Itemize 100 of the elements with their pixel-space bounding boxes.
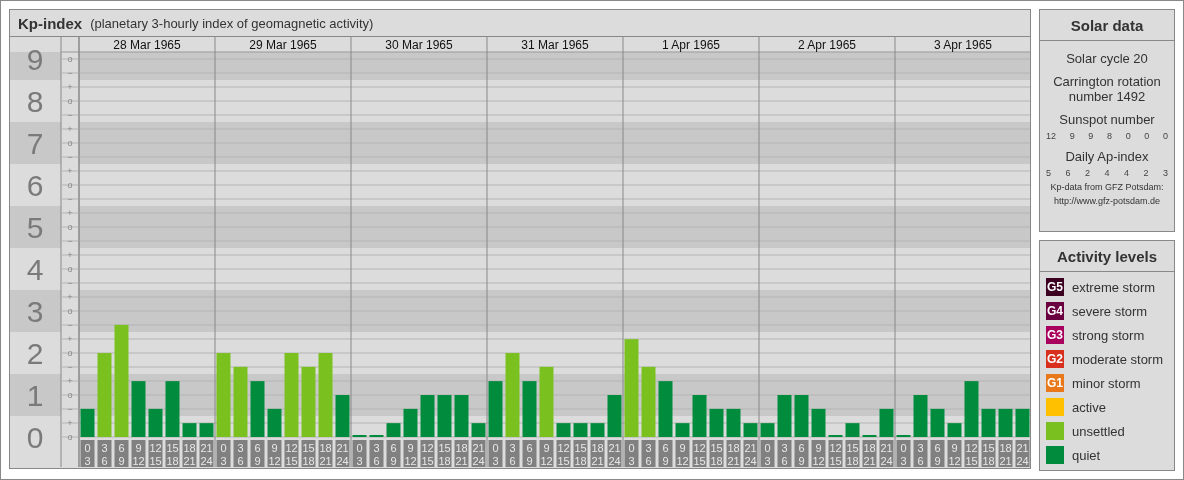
minor-tick-label: o bbox=[67, 222, 73, 232]
source-link[interactable]: http://www.gfz-potsdam.de bbox=[1044, 196, 1170, 206]
date-label: 3 Apr 1965 bbox=[933, 38, 993, 52]
level-label: unsettled bbox=[1072, 423, 1125, 439]
level-label: extreme storm bbox=[1072, 279, 1156, 295]
y-tick-label: 5 bbox=[26, 211, 44, 244]
x-tick-label: 6 9 bbox=[390, 442, 397, 467]
panel-title: Activity levels bbox=[1040, 241, 1174, 272]
panel-title: Solar data bbox=[1040, 10, 1174, 41]
minor-tick-label: o bbox=[67, 264, 73, 274]
minor-tick-label: + bbox=[67, 82, 73, 92]
x-tick-label: 0 3 bbox=[900, 442, 907, 467]
minor-tick-label: − bbox=[67, 320, 73, 330]
date-label: 28 Mar 1965 bbox=[113, 38, 181, 52]
y-tick-label: 4 bbox=[26, 253, 44, 286]
ap-index-value: 4 bbox=[1104, 168, 1110, 178]
x-tick-label: 3 6 bbox=[917, 442, 924, 467]
date-label: 2 Apr 1965 bbox=[797, 38, 857, 52]
x-tick-label: 0 3 bbox=[492, 442, 499, 467]
sunspot-value: 0 bbox=[1162, 131, 1168, 141]
minor-tick-label: + bbox=[67, 418, 73, 428]
x-tick-label: 6 9 bbox=[934, 442, 941, 467]
ap-index-title: Daily Ap-index bbox=[1064, 149, 1150, 164]
ap-index-value: 2 bbox=[1084, 168, 1090, 178]
level-label: active bbox=[1072, 399, 1106, 415]
minor-tick-label: + bbox=[67, 376, 73, 386]
storm-badge: G2 bbox=[1046, 350, 1064, 368]
minor-tick-label: − bbox=[67, 278, 73, 288]
y-tick-label: 9 bbox=[26, 43, 44, 76]
x-tick-label: 3 6 bbox=[781, 442, 788, 467]
x-tick-label: 0 3 bbox=[84, 442, 91, 467]
x-tick-label: 6 9 bbox=[118, 442, 125, 467]
source-text: Kp-data from GFZ Potsdam: bbox=[1049, 182, 1165, 192]
sunspot-value: 0 bbox=[1125, 131, 1131, 141]
y-tick-label: 2 bbox=[26, 337, 44, 370]
level-label: minor storm bbox=[1072, 375, 1141, 391]
ap-index-value: 3 bbox=[1162, 168, 1168, 178]
date-label: 30 Mar 1965 bbox=[385, 38, 453, 52]
x-tick-label: 6 9 bbox=[662, 442, 669, 467]
chart-title: Kp-index bbox=[18, 14, 83, 32]
sunspot-value: 9 bbox=[1069, 131, 1075, 141]
minor-tick-label: o bbox=[67, 180, 73, 190]
minor-tick-label: o bbox=[67, 138, 73, 148]
date-label: 1 Apr 1965 bbox=[661, 38, 721, 52]
minor-tick-label: − bbox=[67, 236, 73, 246]
minor-tick-label: o bbox=[67, 348, 73, 358]
date-label: 31 Mar 1965 bbox=[521, 38, 589, 52]
chart-subtitle: (planetary 3-hourly index of geomagnetic activity) bbox=[90, 15, 374, 31]
storm-badge: G3 bbox=[1046, 326, 1064, 344]
y-tick-label: 1 bbox=[26, 379, 44, 412]
solar-cycle-text: Solar cycle 20 bbox=[1065, 51, 1149, 66]
minor-tick-label: o bbox=[67, 390, 73, 400]
y-tick-label: 3 bbox=[26, 295, 44, 328]
x-tick-label: 3 6 bbox=[509, 442, 516, 467]
x-tick-label: 3 6 bbox=[373, 442, 380, 467]
minor-tick-label: + bbox=[67, 124, 73, 134]
ap-index-value: 4 bbox=[1123, 168, 1129, 178]
minor-tick-label: + bbox=[67, 292, 73, 302]
y-tick-label: 0 bbox=[26, 421, 44, 454]
x-tick-label: 6 9 bbox=[526, 442, 533, 467]
sunspot-value: 9 bbox=[1088, 131, 1094, 141]
x-tick-label: 3 6 bbox=[645, 442, 652, 467]
level-label: moderate storm bbox=[1072, 351, 1164, 367]
storm-badge: G5 bbox=[1046, 278, 1064, 296]
x-tick-label: 0 3 bbox=[764, 442, 771, 467]
level-label: quiet bbox=[1072, 447, 1101, 463]
x-tick-label: 0 3 bbox=[356, 442, 363, 467]
x-tick-label: 0 3 bbox=[220, 442, 227, 467]
minor-tick-label: o bbox=[67, 306, 73, 316]
minor-tick-label: − bbox=[67, 362, 73, 372]
x-tick-label: 0 3 bbox=[628, 442, 635, 467]
y-tick-label: 8 bbox=[26, 85, 44, 118]
x-tick-label: 6 9 bbox=[254, 442, 261, 467]
sunspot-value: 12 bbox=[1046, 131, 1056, 141]
minor-tick-label: − bbox=[67, 152, 73, 162]
minor-tick-label: o bbox=[67, 54, 73, 64]
x-tick-label: 3 6 bbox=[101, 442, 108, 467]
minor-tick-label: − bbox=[67, 194, 73, 204]
minor-tick-label: − bbox=[67, 404, 73, 414]
minor-tick-label: + bbox=[67, 208, 73, 218]
minor-tick-label: + bbox=[67, 166, 73, 176]
ap-index-value: 5 bbox=[1046, 168, 1051, 178]
ap-index-value: 6 bbox=[1065, 168, 1071, 178]
sunspot-title: Sunspot number bbox=[1058, 112, 1156, 127]
y-tick-label: 7 bbox=[26, 127, 44, 160]
minor-tick-label: − bbox=[67, 110, 73, 120]
x-tick-label: 6 9 bbox=[798, 442, 805, 467]
level-label: strong storm bbox=[1072, 327, 1145, 343]
sunspot-value: 0 bbox=[1144, 131, 1150, 141]
date-label: 29 Mar 1965 bbox=[249, 38, 317, 52]
minor-tick-label: − bbox=[67, 68, 73, 78]
y-tick-label: 6 bbox=[26, 169, 44, 202]
ap-index-value: 2 bbox=[1143, 168, 1149, 178]
minor-tick-label: o bbox=[67, 432, 73, 442]
level-label: severe storm bbox=[1072, 303, 1148, 319]
x-tick-label: 3 6 bbox=[237, 442, 244, 467]
rotation-text: Carrington rotation number 1492 bbox=[1052, 74, 1162, 104]
minor-tick-label: + bbox=[67, 334, 73, 344]
minor-tick-label: + bbox=[67, 250, 73, 260]
storm-badge: G4 bbox=[1046, 302, 1064, 320]
